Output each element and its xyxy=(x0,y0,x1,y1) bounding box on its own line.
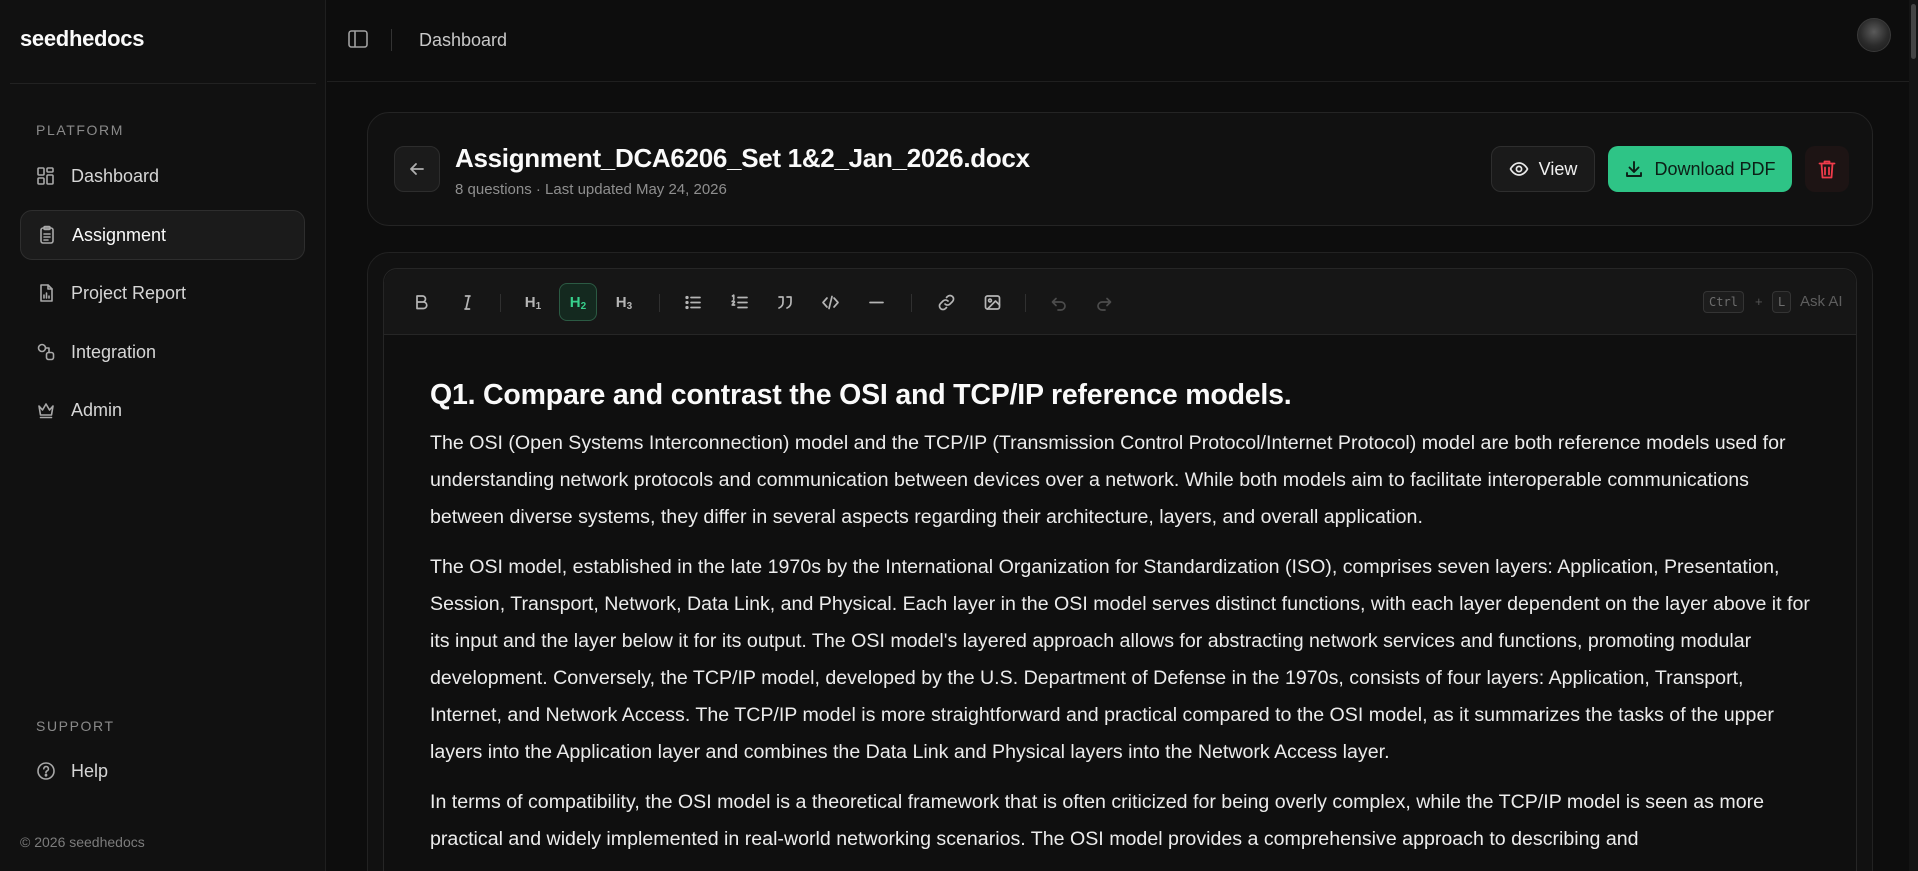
undo-button[interactable] xyxy=(1039,283,1077,321)
shortcut-key-l: L xyxy=(1772,291,1792,313)
platform-section-label: PLATFORM xyxy=(36,122,124,138)
sidebar-item-label: Assignment xyxy=(72,224,167,245)
sidebar-item-integration[interactable]: Integration xyxy=(20,327,305,377)
sidebar-item-label: Project Report xyxy=(71,282,187,303)
paragraph: The OSI (Open Systems Interconnection) m… xyxy=(430,432,1786,528)
eye-icon xyxy=(1509,162,1528,176)
toolbar-divider xyxy=(1025,294,1026,312)
heading-3-button[interactable]: H3 xyxy=(605,283,643,321)
scrollbar[interactable] xyxy=(1909,0,1918,871)
code-button[interactable] xyxy=(811,283,849,321)
document-title: Assignment_DCA6206_Set 1&2_Jan_2026.docx xyxy=(455,143,1030,173)
heading-2-button[interactable]: H2 xyxy=(559,283,597,321)
minus-icon xyxy=(868,301,884,303)
topbar: Dashboard xyxy=(327,0,1918,82)
horizontal-rule-button[interactable] xyxy=(857,283,895,321)
ordered-list-button[interactable] xyxy=(720,283,758,321)
support-section-label: SUPPORT xyxy=(36,718,115,734)
breadcrumb[interactable]: Dashboard xyxy=(419,30,507,51)
copyright-text: © 2026 seedhedocs xyxy=(20,834,145,850)
back-button[interactable] xyxy=(394,146,440,192)
sidebar-item-assignment[interactable]: Assignment xyxy=(20,210,305,260)
report-icon xyxy=(36,283,56,303)
editor: H1 H2 H3 Ctrl + L Ask AI Q1. Compare and… xyxy=(383,268,1857,871)
paragraph: The OSI model, established in the late 1… xyxy=(430,556,1810,763)
bullet-list-button[interactable] xyxy=(674,283,712,321)
sidebar-item-label: Help xyxy=(71,760,109,781)
toolbar-divider xyxy=(500,294,501,312)
redo-icon xyxy=(1096,297,1111,311)
link-icon xyxy=(938,294,954,310)
sidebar-item-label: Integration xyxy=(71,341,157,362)
delete-button[interactable] xyxy=(1805,146,1849,192)
code-icon xyxy=(821,295,839,309)
sidebar-item-help[interactable]: Help xyxy=(20,746,305,796)
image-icon xyxy=(984,294,1000,310)
scrollbar-thumb[interactable] xyxy=(1911,4,1916,59)
paragraph: In terms of compatibility, the OSI model… xyxy=(430,791,1765,850)
sidebar-item-admin[interactable]: Admin xyxy=(20,385,305,435)
sidebar-item-label: Dashboard xyxy=(71,165,160,186)
link-button[interactable] xyxy=(927,283,965,321)
quote-icon xyxy=(777,295,792,309)
question-heading: Q1. Compare and contrast the OSI and TCP… xyxy=(430,379,1292,411)
sidebar-item-project-report[interactable]: Project Report xyxy=(20,268,305,318)
sidebar-item-dashboard[interactable]: Dashboard xyxy=(20,151,305,201)
download-pdf-button[interactable]: Download PDF xyxy=(1608,146,1792,192)
crown-icon xyxy=(36,400,56,420)
divider xyxy=(391,29,392,51)
ask-ai-hint[interactable]: Ask AI xyxy=(1800,293,1843,310)
editor-toolbar: H1 H2 H3 Ctrl + L Ask AI xyxy=(384,269,1856,335)
document-header-card: Assignment_DCA6206_Set 1&2_Jan_2026.docx… xyxy=(367,112,1873,226)
image-button[interactable] xyxy=(973,283,1011,321)
italic-button[interactable] xyxy=(448,283,486,321)
redo-button[interactable] xyxy=(1085,283,1123,321)
shortcut-key-ctrl: Ctrl xyxy=(1703,291,1744,313)
clipboard-icon xyxy=(37,225,57,245)
heading-3-label: H3 xyxy=(615,293,633,312)
bullet-list-icon xyxy=(684,295,701,309)
italic-icon xyxy=(463,294,471,310)
bold-button[interactable] xyxy=(402,283,440,321)
sidebar-item-label: Admin xyxy=(71,399,123,420)
heading-1-button[interactable]: H1 xyxy=(514,283,552,321)
sidebar-toggle-button[interactable] xyxy=(347,28,371,52)
brand-logo[interactable]: seedhedocs xyxy=(20,26,144,52)
view-button[interactable]: View xyxy=(1491,146,1595,192)
heading-1-label: H1 xyxy=(524,293,542,312)
undo-icon xyxy=(1051,297,1066,311)
divider xyxy=(10,83,316,84)
arrow-left-icon xyxy=(410,163,424,175)
grid-icon xyxy=(36,166,56,186)
toolbar-divider xyxy=(659,294,660,312)
sidebar: seedhedocs PLATFORM Dashboard Assignment… xyxy=(0,0,326,871)
toolbar-divider xyxy=(911,294,912,312)
view-button-label: View xyxy=(1538,158,1578,179)
download-pdf-label: Download PDF xyxy=(1654,158,1776,179)
app-root: seedhedocs PLATFORM Dashboard Assignment… xyxy=(0,0,1918,871)
blockquote-button[interactable] xyxy=(766,283,804,321)
shortcut-plus: + xyxy=(1755,294,1763,309)
avatar[interactable] xyxy=(1857,18,1891,52)
heading-2-label: H2 xyxy=(569,293,587,312)
help-circle-icon xyxy=(36,761,56,781)
trash-icon xyxy=(1818,160,1836,179)
editor-content[interactable]: Q1. Compare and contrast the OSI and TCP… xyxy=(430,337,1810,858)
sidebar-toggle-icon xyxy=(348,30,368,48)
download-icon xyxy=(1626,161,1643,177)
document-meta: 8 questions · Last updated May 24, 2026 xyxy=(455,181,727,198)
ordered-list-icon xyxy=(730,293,748,308)
bold-icon xyxy=(415,294,428,309)
integration-icon xyxy=(36,342,56,362)
